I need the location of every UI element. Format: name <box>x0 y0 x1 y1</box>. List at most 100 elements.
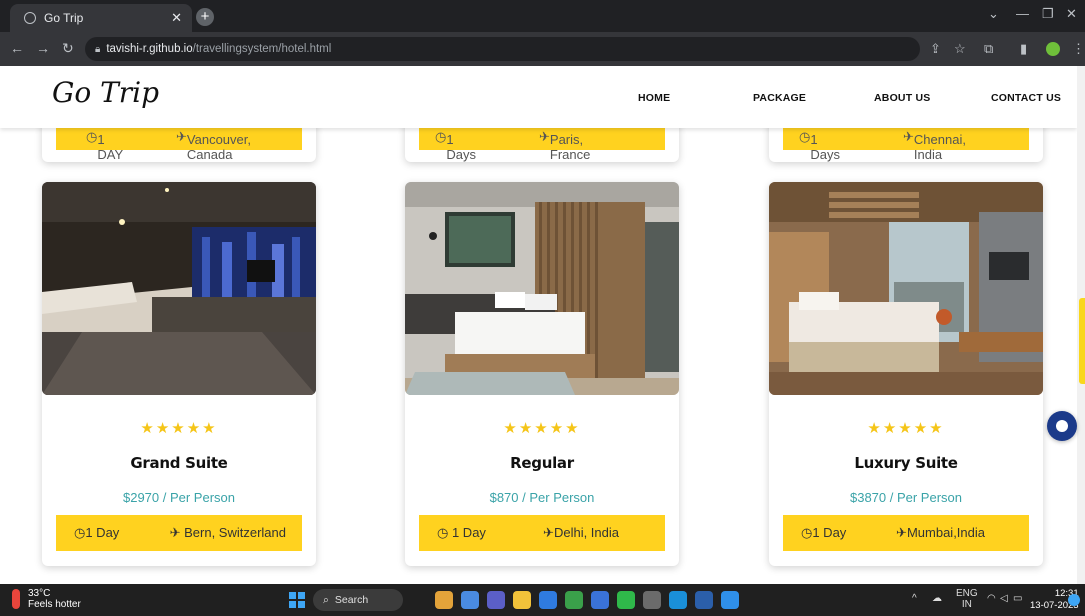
nav-contact-us[interactable]: CONTACT US <box>991 92 1061 104</box>
back-icon[interactable]: ← <box>10 40 24 56</box>
nav-home[interactable]: HOME <box>638 92 670 104</box>
tray-chevron-icon[interactable]: ^ <box>912 593 917 604</box>
hotel-price: $870 / Per Person <box>489 490 595 505</box>
task-view-icon[interactable] <box>461 591 479 609</box>
tab-title: Go Trip <box>44 11 84 25</box>
onedrive-icon[interactable]: ☁ <box>932 593 942 604</box>
whatsapp-icon[interactable] <box>617 591 635 609</box>
clock-icon: ◷ <box>801 525 813 540</box>
wifi-icon[interactable]: ◠ <box>987 593 996 604</box>
location: ✈ Bern, Switzerland <box>169 525 286 540</box>
forward-icon[interactable]: → <box>36 40 50 56</box>
hotel-info-bar: ◷1 Day ✈Mumbai,India <box>783 515 1029 551</box>
close-tab-icon[interactable]: ✕ <box>171 10 182 26</box>
browser-tab-bar: Go Trip ✕ + ⌄ — ❐ ✕ <box>0 0 1085 32</box>
hotel-price: $2970 / Per Person <box>122 490 236 505</box>
chrome-icon[interactable] <box>565 591 583 609</box>
clock-icon: ◷ <box>437 525 452 540</box>
site-logo[interactable]: Go Trip <box>52 76 159 109</box>
temperature: 33°C <box>28 588 51 599</box>
menu-icon[interactable]: ⋮ <box>1072 41 1085 57</box>
extensions-icon[interactable]: ⧉ <box>984 41 993 57</box>
clock-icon: ◷ <box>74 525 86 540</box>
site-header: Go Trip HOME PACKAGE ABOUT US CONTACT US <box>0 66 1077 128</box>
top-card-info-bar: ◷ 1 Days ✈ Paris, France <box>419 126 665 162</box>
hotel-card-regular[interactable]: ★★★★★ Regular $870 / Per Person ◷ 1 Day … <box>405 182 679 566</box>
hotel-name: Luxury Suite <box>854 454 958 472</box>
hotel-photo <box>769 182 1043 395</box>
vscode-icon[interactable] <box>721 591 739 609</box>
duration: ◷ 1 Day <box>437 525 486 540</box>
plane-icon: ✈ <box>896 525 907 540</box>
notification-icon[interactable] <box>1068 594 1080 606</box>
chat-bubble-icon[interactable] <box>1047 411 1077 441</box>
windows-start-icon[interactable] <box>289 592 305 608</box>
plane-icon: ✈ <box>169 525 185 540</box>
plane-icon: ✈ <box>543 525 554 540</box>
side-tab[interactable] <box>1079 298 1085 384</box>
volume-icon[interactable]: ◁ <box>1000 593 1008 604</box>
hotel-name: Regular <box>510 454 574 472</box>
new-tab-button[interactable]: + <box>196 8 214 26</box>
mail-icon[interactable] <box>539 591 557 609</box>
star-rating: ★★★★★ <box>503 420 581 437</box>
tab-search-icon[interactable]: ⌄ <box>988 6 999 22</box>
bookmark-star-icon[interactable]: ☆ <box>954 41 966 57</box>
top-card-location: ✈ Chennai, India <box>903 129 966 162</box>
url-host: tavishi-r.github.io <box>106 43 193 55</box>
settings-icon[interactable] <box>643 591 661 609</box>
hotel-name: Grand Suite <box>130 454 228 472</box>
hotel-photo <box>405 182 679 395</box>
word-icon[interactable] <box>695 591 713 609</box>
duration: ◷1 Day <box>801 525 847 540</box>
duration: ◷1 Day <box>74 525 120 540</box>
globe-icon <box>24 12 36 24</box>
top-card-location: ✈ Paris, France <box>539 129 591 162</box>
edge-icon[interactable] <box>669 591 687 609</box>
lock-icon: 🔒︎ <box>95 43 101 55</box>
language-indicator[interactable]: ENG IN <box>956 588 978 610</box>
file-explorer-icon[interactable] <box>513 591 531 609</box>
browser-tab[interactable]: Go Trip ✕ <box>10 4 192 32</box>
nav-about-us[interactable]: ABOUT US <box>874 92 930 104</box>
address-toolbar: ← → ↻ 🔒︎ tavishi-r.github.io/travellings… <box>0 32 1085 66</box>
search-icon: ⌕ <box>323 593 329 606</box>
top-card-duration: ◷ 1 Days <box>799 129 840 162</box>
weather-text: Feels hotter <box>28 599 81 610</box>
maximize-button[interactable]: ❐ <box>1042 6 1054 22</box>
share-icon[interactable]: ⇪ <box>930 41 941 57</box>
reload-icon[interactable]: ↻ <box>62 40 74 57</box>
address-bar[interactable]: 🔒︎ tavishi-r.github.io/travellingsystem/… <box>85 37 920 61</box>
weather-widget[interactable]: 33°C Feels hotter <box>12 588 81 610</box>
taskbar: 33°C Feels hotter ⌕ Search ^ ☁ ENG IN ◠ … <box>0 584 1085 616</box>
top-card-info-bar: ◷ 1 DAY ✈ Vancouver, Canada <box>56 126 302 162</box>
location: ✈Delhi, India <box>543 525 619 540</box>
teams-icon[interactable] <box>487 591 505 609</box>
top-card-info-bar: ◷ 1 Days ✈ Chennai, India <box>783 126 1029 162</box>
outlook-icon[interactable] <box>591 591 609 609</box>
hotel-card-luxury-suite[interactable]: ★★★★★ Luxury Suite $3870 / Per Person ◷1… <box>769 182 1043 566</box>
location: ✈Mumbai,India <box>896 525 985 540</box>
url-path: /travellingsystem/hotel.html <box>192 43 332 55</box>
widgets-app-icon[interactable] <box>435 591 453 609</box>
top-card-duration: ◷ 1 DAY <box>86 129 124 162</box>
taskbar-search[interactable]: ⌕ Search <box>313 589 403 611</box>
hotel-card-grand-suite[interactable]: ★★★★★ Grand Suite $2970 / Per Person ◷1 … <box>42 182 316 566</box>
top-card-location: ✈ Vancouver, Canada <box>176 129 251 162</box>
page-viewport: ◷ 1 DAY ✈ Vancouver, Canada ◷ 1 Days ✈ P… <box>0 66 1085 584</box>
minimize-button[interactable]: — <box>1016 6 1029 21</box>
sidebar-icon[interactable]: ▮ <box>1020 41 1027 57</box>
star-rating: ★★★★★ <box>140 420 218 437</box>
battery-icon[interactable]: ▭ <box>1013 593 1022 604</box>
close-window-button[interactable]: ✕ <box>1066 6 1077 22</box>
hotel-info-bar: ◷1 Day ✈ Bern, Switzerland <box>56 515 302 551</box>
hotel-photo <box>42 182 316 395</box>
search-label: Search <box>334 594 369 606</box>
hotel-info-bar: ◷ 1 Day ✈Delhi, India <box>419 515 665 551</box>
top-card-duration: ◷ 1 Days <box>435 129 476 162</box>
hotel-price: $3870 / Per Person <box>849 490 963 505</box>
profile-avatar[interactable] <box>1046 42 1060 56</box>
star-rating: ★★★★★ <box>867 420 945 437</box>
thermometer-icon <box>12 589 20 609</box>
nav-package[interactable]: PACKAGE <box>753 92 806 104</box>
